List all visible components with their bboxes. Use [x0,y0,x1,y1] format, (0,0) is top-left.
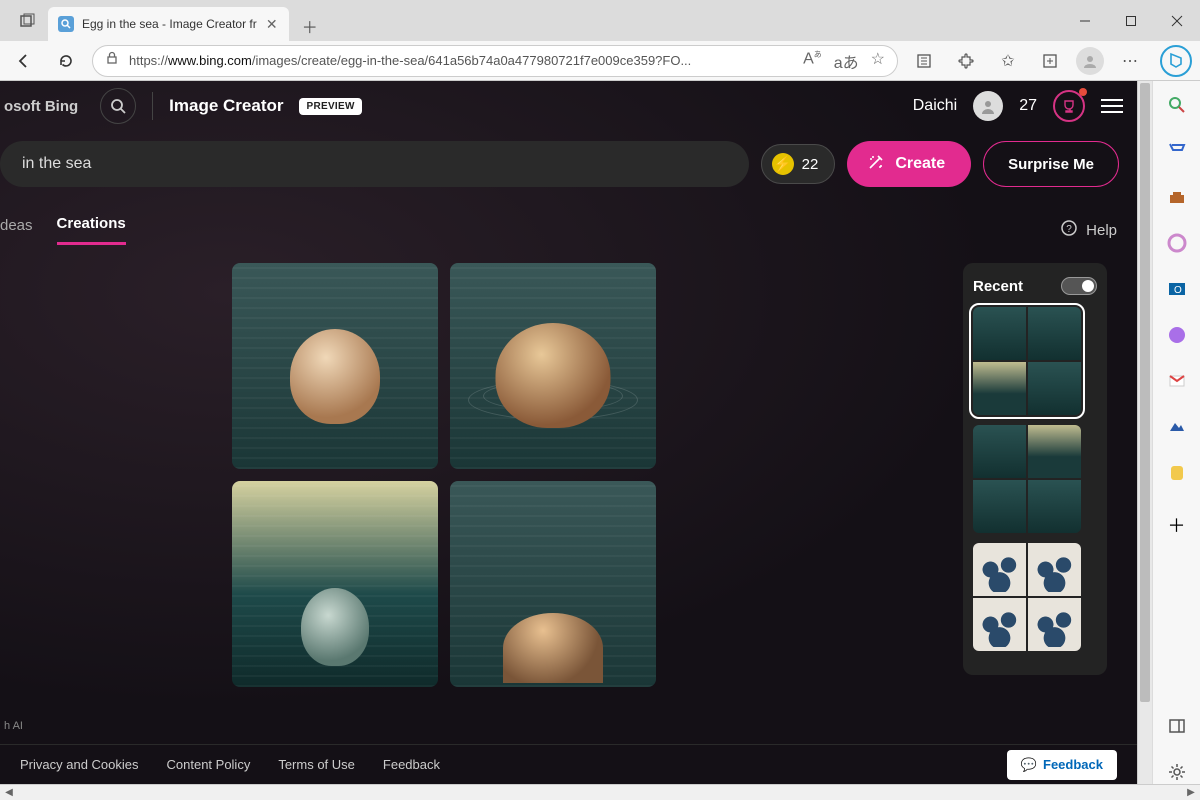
feedback-button[interactable]: 💬 Feedback [1007,750,1117,780]
profile-button[interactable] [1076,47,1104,75]
feedback-label: Feedback [1043,757,1103,772]
rewards-icon[interactable] [1053,90,1085,122]
recent-item[interactable] [973,307,1081,415]
sidebar-messenger-icon[interactable] [1165,323,1189,347]
footer-terms[interactable]: Terms of Use [278,757,355,772]
browser-tab[interactable]: Egg in the sea - Image Creator fr ✕ [48,7,289,41]
browser-toolbar: https://www.bing.com/images/create/egg-i… [0,41,1200,81]
tab-title: Egg in the sea - Image Creator fr [82,17,257,31]
sidebar-office-icon[interactable] [1165,231,1189,255]
lock-icon [105,51,119,70]
ai-watermark: h AI [4,720,23,732]
sidebar-settings-icon[interactable] [1165,760,1189,784]
page-title: Image Creator [169,96,283,116]
address-bar[interactable]: https://www.bing.com/images/create/egg-i… [92,45,898,77]
tab-creations[interactable]: Creations [57,215,126,245]
wand-icon [867,153,885,176]
creations-grid [232,263,656,744]
surprise-label: Surprise Me [1008,156,1094,173]
prompt-text: in the sea [22,155,91,173]
url-text: https://www.bing.com/images/create/egg-i… [129,53,793,68]
username: Daichi [913,97,957,115]
sidebar-search-icon[interactable] [1165,93,1189,117]
surprise-me-button[interactable]: Surprise Me [983,141,1119,187]
help-link[interactable]: ? Help [1060,219,1117,241]
recent-item[interactable] [973,543,1081,651]
tab-actions-icon[interactable] [8,0,48,41]
creation-image[interactable] [232,481,438,687]
rewards-points: 27 [1019,97,1037,115]
new-tab-button[interactable]: ＋ [295,11,325,41]
sidebar-outlook-icon[interactable]: O [1165,277,1189,301]
divider [152,92,153,120]
create-label: Create [895,155,945,173]
footer-privacy[interactable]: Privacy and Cookies [20,757,139,772]
prompt-input[interactable]: in the sea [0,141,749,187]
menu-icon[interactable] [1101,99,1123,113]
search-icon[interactable] [100,88,136,124]
create-button[interactable]: Create [847,141,971,187]
favorite-icon[interactable]: ☆ [871,49,885,73]
bing-chat-icon[interactable] [1160,45,1192,77]
svg-text:?: ? [1066,224,1072,235]
tab-ideas[interactable]: deas [0,217,33,244]
sidebar-tools-icon[interactable] [1165,185,1189,209]
brand-text: osoft Bing [0,98,78,115]
back-button[interactable] [8,45,40,77]
boost-counter[interactable]: ⚡ 22 [761,144,836,184]
window-titlebar: Egg in the sea - Image Creator fr ✕ ＋ [0,0,1200,41]
footer-content-policy[interactable]: Content Policy [167,757,251,772]
tab-close-icon[interactable]: ✕ [265,17,279,31]
horizontal-scrollbar[interactable]: ◀▶ [0,784,1200,800]
tab-favicon-icon [58,16,74,32]
page-scrollbar[interactable] [1137,81,1152,784]
footer-feedback[interactable]: Feedback [383,757,440,772]
collections-icon[interactable] [1034,45,1066,77]
help-icon: ? [1060,219,1078,241]
chat-icon: 💬 [1021,757,1037,773]
help-label: Help [1086,222,1117,239]
favorites-icon[interactable]: ✩ [992,45,1024,77]
page-header: osoft Bing Image Creator PREVIEW Daichi … [0,81,1137,131]
recent-title: Recent [973,278,1023,295]
window-maximize-button[interactable] [1108,0,1154,41]
refresh-button[interactable] [50,45,82,77]
sidebar-panel-icon[interactable] [1165,714,1189,738]
recent-toggle[interactable] [1061,277,1097,295]
sidebar-app-icon[interactable] [1165,415,1189,439]
reading-list-icon[interactable] [908,45,940,77]
sidebar-shopping-icon[interactable] [1165,139,1189,163]
edge-sidebar: O ＋ [1152,81,1200,784]
creation-image[interactable] [450,263,656,469]
page-footer: Privacy and Cookies Content Policy Terms… [0,744,1137,784]
sidebar-gmail-icon[interactable] [1165,369,1189,393]
prompt-row: in the sea ⚡ 22 Create Surprise Me [0,131,1137,197]
recent-item[interactable] [973,425,1081,533]
sidebar-add-icon[interactable]: ＋ [1165,513,1189,537]
svg-text:O: O [1174,285,1182,296]
more-icon[interactable]: ⋯ [1114,45,1146,77]
translate-icon[interactable]: aあ [834,49,859,73]
sidebar-note-icon[interactable] [1165,461,1189,485]
creation-image[interactable] [450,481,656,687]
user-avatar[interactable] [973,91,1003,121]
text-size-icon[interactable]: Aあ [803,49,822,73]
bolt-icon: ⚡ [772,153,794,175]
window-minimize-button[interactable] [1062,0,1108,41]
tabs: deas Creations ? Help [0,197,1137,245]
preview-badge: PREVIEW [299,98,361,115]
recent-panel: Recent [963,263,1107,675]
boost-count: 22 [802,156,819,173]
window-close-button[interactable] [1154,0,1200,41]
creation-image[interactable] [232,263,438,469]
extensions-icon[interactable] [950,45,982,77]
